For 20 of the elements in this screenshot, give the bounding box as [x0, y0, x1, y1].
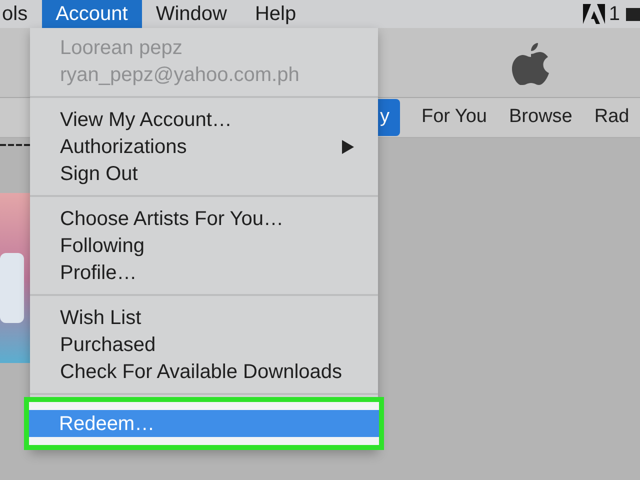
menu-item[interactable]: Check For Available Downloads — [30, 358, 378, 385]
menu-bar-item[interactable]: ols — [0, 0, 42, 28]
menu-bar-item[interactable]: Help — [240, 0, 310, 28]
toolbar-tab[interactable]: Browse — [509, 103, 572, 132]
toolbar-tab[interactable]: For You — [422, 103, 487, 132]
music-app-icon — [0, 193, 30, 363]
toolbar-tab[interactable]: Rad — [594, 103, 630, 132]
adobe-icon[interactable] — [582, 4, 605, 24]
menu-item[interactable]: Purchased — [30, 331, 378, 358]
menu-item[interactable]: Authorizations — [30, 133, 378, 160]
menu-bar-item[interactable]: Account — [42, 0, 142, 28]
menu-bar-item[interactable]: Window — [142, 0, 241, 28]
menu-item[interactable]: Choose Artists For You… — [30, 205, 378, 232]
menu-item[interactable]: Following — [30, 232, 378, 259]
notification-count: 1 — [608, 2, 620, 27]
battery-icon[interactable] — [624, 5, 640, 23]
apple-logo-icon — [512, 40, 550, 84]
menu-item[interactable]: Wish List — [30, 304, 378, 331]
menu-item[interactable]: Sign Out — [30, 160, 378, 187]
menu-item[interactable]: Profile… — [30, 259, 378, 286]
